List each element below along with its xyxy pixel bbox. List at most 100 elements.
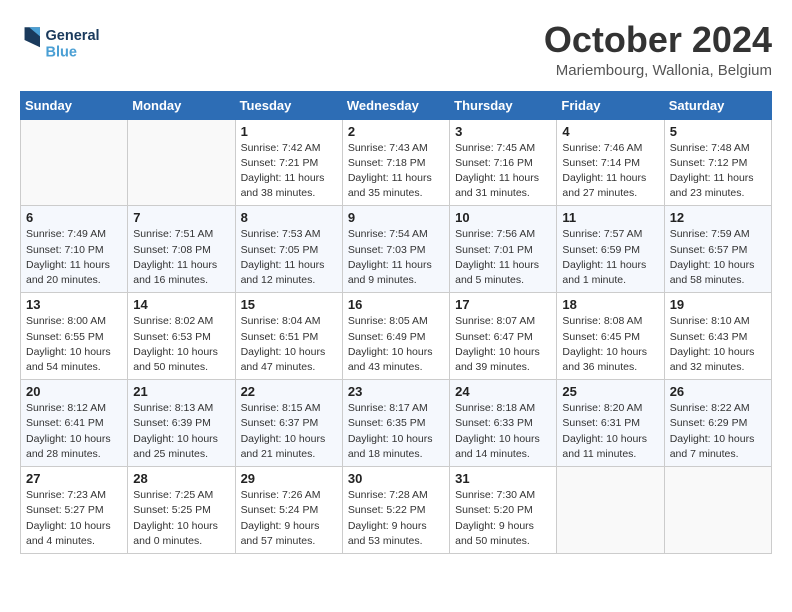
day-number: 16	[348, 297, 444, 312]
day-number: 25	[562, 384, 658, 399]
calendar-cell	[557, 467, 664, 554]
calendar-cell: 23 Sunrise: 8:17 AMSunset: 6:35 PMDayligh…	[342, 380, 449, 467]
day-number: 21	[133, 384, 229, 399]
day-info: Sunrise: 7:43 AMSunset: 7:18 PMDaylight:…	[348, 141, 444, 202]
day-info: Sunrise: 8:00 AMSunset: 6:55 PMDaylight:…	[26, 314, 122, 375]
day-number: 1	[241, 124, 337, 139]
day-number: 14	[133, 297, 229, 312]
calendar-cell: 7 Sunrise: 7:51 AMSunset: 7:08 PMDaylight…	[128, 206, 235, 293]
day-number: 23	[348, 384, 444, 399]
day-info: Sunrise: 7:49 AMSunset: 7:10 PMDaylight:…	[26, 227, 122, 288]
week-row-4: 20 Sunrise: 8:12 AMSunset: 6:41 PMDayligh…	[21, 380, 772, 467]
day-info: Sunrise: 7:25 AMSunset: 5:25 PMDaylight:…	[133, 488, 229, 549]
day-number: 6	[26, 210, 122, 225]
calendar-cell: 28 Sunrise: 7:25 AMSunset: 5:25 PMDayligh…	[128, 467, 235, 554]
day-info: Sunrise: 8:15 AMSunset: 6:37 PMDaylight:…	[241, 401, 337, 462]
day-number: 22	[241, 384, 337, 399]
calendar-cell: 4Sunrise: 7:46 AMSunset: 7:14 PMDaylight…	[557, 119, 664, 206]
day-number: 12	[670, 210, 766, 225]
day-info: Sunrise: 8:22 AMSunset: 6:29 PMDaylight:…	[670, 401, 766, 462]
day-info: Sunrise: 7:56 AMSunset: 7:01 PMDaylight:…	[455, 227, 551, 288]
calendar-cell: 18 Sunrise: 8:08 AMSunset: 6:45 PMDayligh…	[557, 293, 664, 380]
calendar-cell: 21 Sunrise: 8:13 AMSunset: 6:39 PMDayligh…	[128, 380, 235, 467]
calendar-page: General Blue October 2024 Mariembourg, W…	[0, 0, 792, 569]
calendar-cell: 25 Sunrise: 8:20 AMSunset: 6:31 PMDayligh…	[557, 380, 664, 467]
day-info: Sunrise: 8:12 AMSunset: 6:41 PMDaylight:…	[26, 401, 122, 462]
calendar-cell: 11 Sunrise: 7:57 AMSunset: 6:59 PMDayligh…	[557, 206, 664, 293]
day-info: Sunrise: 7:51 AMSunset: 7:08 PMDaylight:…	[133, 227, 229, 288]
header-day-wednesday: Wednesday	[342, 91, 449, 119]
day-number: 8	[241, 210, 337, 225]
day-info: Sunrise: 8:10 AMSunset: 6:43 PMDaylight:…	[670, 314, 766, 375]
header: General Blue October 2024 Mariembourg, W…	[20, 20, 772, 79]
day-number: 30	[348, 471, 444, 486]
day-number: 11	[562, 210, 658, 225]
day-number: 3	[455, 124, 551, 139]
day-number: 18	[562, 297, 658, 312]
day-info: Sunrise: 8:18 AMSunset: 6:33 PMDaylight:…	[455, 401, 551, 462]
day-info: Sunrise: 8:04 AMSunset: 6:51 PMDaylight:…	[241, 314, 337, 375]
day-info: Sunrise: 8:20 AMSunset: 6:31 PMDaylight:…	[562, 401, 658, 462]
calendar-cell	[128, 119, 235, 206]
svg-text:General: General	[45, 28, 99, 44]
week-row-1: 1 Sunrise: 7:42 AMSunset: 7:21 PMDaylight…	[21, 119, 772, 206]
day-info: Sunrise: 7:54 AMSunset: 7:03 PMDaylight:…	[348, 227, 444, 288]
location-subtitle: Mariembourg, Wallonia, Belgium	[544, 62, 772, 79]
day-info: Sunrise: 7:42 AMSunset: 7:21 PMDaylight:…	[241, 141, 337, 202]
calendar-cell: 16 Sunrise: 8:05 AMSunset: 6:49 PMDayligh…	[342, 293, 449, 380]
header-day-friday: Friday	[557, 91, 664, 119]
calendar-cell: 12 Sunrise: 7:59 AMSunset: 6:57 PMDayligh…	[664, 206, 771, 293]
logo-svg: General Blue	[20, 20, 120, 70]
day-number: 28	[133, 471, 229, 486]
day-number: 29	[241, 471, 337, 486]
header-day-tuesday: Tuesday	[235, 91, 342, 119]
calendar-cell: 31 Sunrise: 7:30 AMSunset: 5:20 PMDayligh…	[450, 467, 557, 554]
day-number: 20	[26, 384, 122, 399]
day-info: Sunrise: 7:57 AMSunset: 6:59 PMDaylight:…	[562, 227, 658, 288]
day-number: 13	[26, 297, 122, 312]
day-number: 17	[455, 297, 551, 312]
day-info: Sunrise: 8:05 AMSunset: 6:49 PMDaylight:…	[348, 314, 444, 375]
calendar-table: SundayMondayTuesdayWednesdayThursdayFrid…	[20, 91, 772, 554]
day-number: 5	[670, 124, 766, 139]
week-row-2: 6 Sunrise: 7:49 AMSunset: 7:10 PMDaylight…	[21, 206, 772, 293]
header-day-sunday: Sunday	[21, 91, 128, 119]
calendar-cell: 15Sunrise: 8:04 AMSunset: 6:51 PMDayligh…	[235, 293, 342, 380]
calendar-cell: 3Sunrise: 7:45 AMSunset: 7:16 PMDaylight…	[450, 119, 557, 206]
header-day-monday: Monday	[128, 91, 235, 119]
calendar-cell: 2Sunrise: 7:43 AMSunset: 7:18 PMDaylight…	[342, 119, 449, 206]
day-info: Sunrise: 8:17 AMSunset: 6:35 PMDaylight:…	[348, 401, 444, 462]
day-info: Sunrise: 8:13 AMSunset: 6:39 PMDaylight:…	[133, 401, 229, 462]
calendar-cell: 17 Sunrise: 8:07 AMSunset: 6:47 PMDayligh…	[450, 293, 557, 380]
calendar-cell: 10 Sunrise: 7:56 AMSunset: 7:01 PMDayligh…	[450, 206, 557, 293]
header-day-saturday: Saturday	[664, 91, 771, 119]
day-number: 31	[455, 471, 551, 486]
day-info: Sunrise: 7:59 AMSunset: 6:57 PMDaylight:…	[670, 227, 766, 288]
calendar-header-row: SundayMondayTuesdayWednesdayThursdayFrid…	[21, 91, 772, 119]
day-number: 26	[670, 384, 766, 399]
calendar-cell: 14 Sunrise: 8:02 AMSunset: 6:53 PMDayligh…	[128, 293, 235, 380]
calendar-cell: 26 Sunrise: 8:22 AMSunset: 6:29 PMDayligh…	[664, 380, 771, 467]
day-number: 24	[455, 384, 551, 399]
day-info: Sunrise: 7:30 AMSunset: 5:20 PMDaylight:…	[455, 488, 551, 549]
day-info: Sunrise: 8:02 AMSunset: 6:53 PMDaylight:…	[133, 314, 229, 375]
day-info: Sunrise: 8:08 AMSunset: 6:45 PMDaylight:…	[562, 314, 658, 375]
day-info: Sunrise: 7:26 AMSunset: 5:24 PMDaylight:…	[241, 488, 337, 549]
calendar-cell: 30 Sunrise: 7:28 AMSunset: 5:22 PMDayligh…	[342, 467, 449, 554]
day-info: Sunrise: 7:28 AMSunset: 5:22 PMDaylight:…	[348, 488, 444, 549]
week-row-5: 27Sunrise: 7:23 AMSunset: 5:27 PMDayligh…	[21, 467, 772, 554]
logo: General Blue	[20, 20, 120, 70]
calendar-cell	[21, 119, 128, 206]
day-number: 10	[455, 210, 551, 225]
day-number: 27	[26, 471, 122, 486]
calendar-cell: 22 Sunrise: 8:15 AMSunset: 6:37 PMDayligh…	[235, 380, 342, 467]
day-info: Sunrise: 7:53 AMSunset: 7:05 PMDaylight:…	[241, 227, 337, 288]
calendar-cell: 1 Sunrise: 7:42 AMSunset: 7:21 PMDaylight…	[235, 119, 342, 206]
day-number: 9	[348, 210, 444, 225]
calendar-cell: 9 Sunrise: 7:54 AMSunset: 7:03 PMDaylight…	[342, 206, 449, 293]
month-title: October 2024	[544, 20, 772, 60]
day-number: 7	[133, 210, 229, 225]
header-day-thursday: Thursday	[450, 91, 557, 119]
calendar-cell: 8 Sunrise: 7:53 AMSunset: 7:05 PMDaylight…	[235, 206, 342, 293]
day-info: Sunrise: 8:07 AMSunset: 6:47 PMDaylight:…	[455, 314, 551, 375]
